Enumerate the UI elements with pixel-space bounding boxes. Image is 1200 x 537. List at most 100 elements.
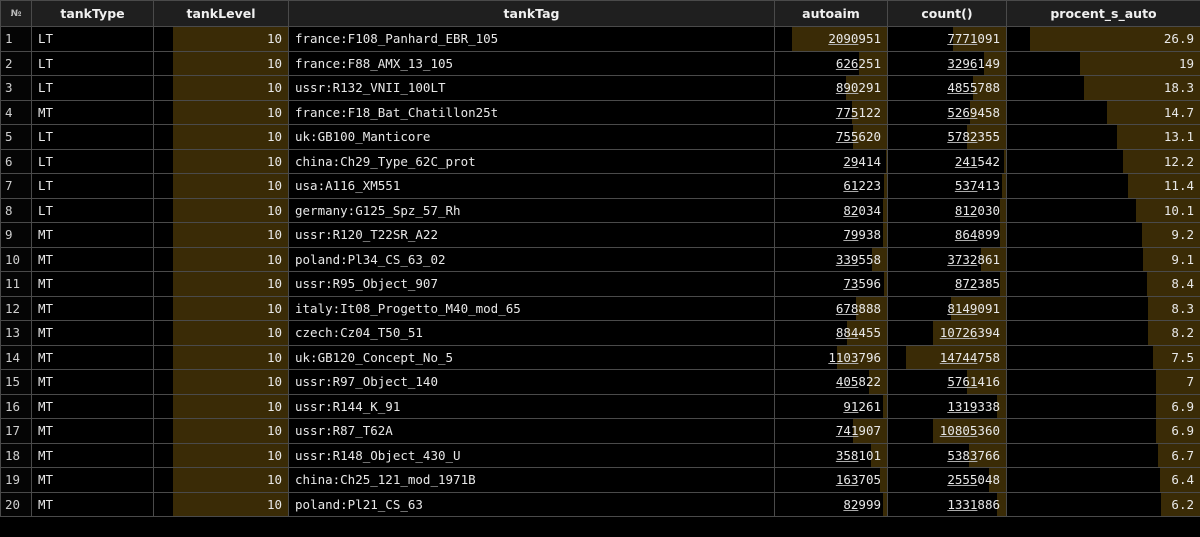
tanktype-cell[interactable]: MT [31, 344, 154, 370]
procent-s-auto-cell[interactable]: 7 [1006, 369, 1200, 395]
procent-s-auto-cell[interactable]: 9.2 [1006, 222, 1200, 248]
column-header-tanktype[interactable]: tankType [31, 0, 154, 27]
tanklevel-cell[interactable]: 10 [153, 295, 289, 321]
procent-s-auto-cell[interactable]: 8.3 [1006, 295, 1200, 321]
count-cell[interactable]: 3296149 [887, 50, 1007, 76]
row-number-cell[interactable]: 5 [0, 124, 32, 150]
tanklevel-cell[interactable]: 10 [153, 26, 289, 52]
table-row[interactable]: 18 MT 10 ussr:R148_Object_430_U 358101 538376… [0, 442, 1200, 468]
tanklevel-cell[interactable]: 10 [153, 271, 289, 297]
autoaim-cell[interactable]: 741907 [774, 418, 888, 444]
tanklevel-cell[interactable]: 10 [153, 148, 289, 174]
table-row[interactable]: 6 LT 10 china:Ch29_Type_62C_prot 29414 241542… [0, 148, 1200, 174]
autoaim-cell[interactable]: 2090951 [774, 26, 888, 52]
procent-s-auto-cell[interactable]: 19 [1006, 50, 1200, 76]
tanklevel-cell[interactable]: 10 [153, 320, 289, 346]
column-header-row-number[interactable]: № [0, 0, 32, 27]
row-number-cell[interactable]: 20 [0, 491, 32, 517]
row-number-cell[interactable]: 6 [0, 148, 32, 174]
row-number-cell[interactable]: 19 [0, 467, 32, 493]
procent-s-auto-cell[interactable]: 10.1 [1006, 197, 1200, 223]
table-row[interactable]: 15 MT 10 ussr:R97_Object_140 405822 5761416 7 [0, 369, 1200, 395]
row-number-cell[interactable]: 17 [0, 418, 32, 444]
tanktype-cell[interactable]: MT [31, 393, 154, 419]
autoaim-cell[interactable]: 884455 [774, 320, 888, 346]
row-number-cell[interactable]: 18 [0, 442, 32, 468]
tanktag-cell[interactable]: ussr:R97_Object_140 [288, 369, 775, 395]
autoaim-cell[interactable]: 339558 [774, 246, 888, 272]
row-number-cell[interactable]: 3 [0, 75, 32, 101]
tanktype-cell[interactable]: LT [31, 197, 154, 223]
tanktype-cell[interactable]: LT [31, 26, 154, 52]
tanktag-cell[interactable]: ussr:R144_K_91 [288, 393, 775, 419]
tanklevel-cell[interactable]: 10 [153, 124, 289, 150]
tanklevel-cell[interactable]: 10 [153, 369, 289, 395]
tanklevel-cell[interactable]: 10 [153, 344, 289, 370]
count-cell[interactable]: 872385 [887, 271, 1007, 297]
row-number-cell[interactable]: 7 [0, 173, 32, 199]
procent-s-auto-cell[interactable]: 6.4 [1006, 467, 1200, 493]
table-row[interactable]: 14 MT 10 uk:GB120_Concept_No_5 1103796 147447… [0, 344, 1200, 370]
procent-s-auto-cell[interactable]: 6.7 [1006, 442, 1200, 468]
autoaim-cell[interactable]: 79938 [774, 222, 888, 248]
tanktype-cell[interactable]: LT [31, 173, 154, 199]
autoaim-cell[interactable]: 1103796 [774, 344, 888, 370]
table-row[interactable]: 11 MT 10 ussr:R95_Object_907 73596 872385 8.4 [0, 271, 1200, 297]
count-cell[interactable]: 10805360 [887, 418, 1007, 444]
count-cell[interactable]: 864899 [887, 222, 1007, 248]
tanklevel-cell[interactable]: 10 [153, 99, 289, 125]
procent-s-auto-cell[interactable]: 18.3 [1006, 75, 1200, 101]
row-number-cell[interactable]: 14 [0, 344, 32, 370]
procent-s-auto-cell[interactable]: 6.2 [1006, 491, 1200, 517]
count-cell[interactable]: 4855788 [887, 75, 1007, 101]
tanktype-cell[interactable]: LT [31, 75, 154, 101]
autoaim-cell[interactable]: 626251 [774, 50, 888, 76]
table-row[interactable]: 5 LT 10 uk:GB100_Manticore 755620 5782355 13.1 [0, 124, 1200, 150]
autoaim-cell[interactable]: 73596 [774, 271, 888, 297]
tanktag-cell[interactable]: france:F18_Bat_Chatillon25t [288, 99, 775, 125]
tanktag-cell[interactable]: poland:Pl34_CS_63_02 [288, 246, 775, 272]
procent-s-auto-cell[interactable]: 14.7 [1006, 99, 1200, 125]
autoaim-cell[interactable]: 678888 [774, 295, 888, 321]
row-number-cell[interactable]: 13 [0, 320, 32, 346]
count-cell[interactable]: 241542 [887, 148, 1007, 174]
count-cell[interactable]: 537413 [887, 173, 1007, 199]
procent-s-auto-cell[interactable]: 9.1 [1006, 246, 1200, 272]
autoaim-cell[interactable]: 358101 [774, 442, 888, 468]
table-row[interactable]: 13 MT 10 czech:Cz04_T50_51 884455 10726394 8.2 [0, 320, 1200, 346]
tanktype-cell[interactable]: MT [31, 99, 154, 125]
autoaim-cell[interactable]: 775122 [774, 99, 888, 125]
tanktype-cell[interactable]: LT [31, 148, 154, 174]
tanktype-cell[interactable]: MT [31, 222, 154, 248]
table-row[interactable]: 9 MT 10 ussr:R120_T22SR_A22 79938 864899 9.2 [0, 222, 1200, 248]
table-row[interactable]: 20 MT 10 poland:Pl21_CS_63 82999 1331886 6.2 [0, 491, 1200, 517]
row-number-cell[interactable]: 10 [0, 246, 32, 272]
tanklevel-cell[interactable]: 10 [153, 222, 289, 248]
table-row[interactable]: 4 MT 10 france:F18_Bat_Chatillon25t 775122 52… [0, 99, 1200, 125]
row-number-cell[interactable]: 11 [0, 271, 32, 297]
tanklevel-cell[interactable]: 10 [153, 75, 289, 101]
tanktag-cell[interactable]: ussr:R95_Object_907 [288, 271, 775, 297]
table-row[interactable]: 8 LT 10 germany:G125_Spz_57_Rh 82034 812030 10… [0, 197, 1200, 223]
table-row[interactable]: 10 MT 10 poland:Pl34_CS_63_02 339558 3732861 9… [0, 246, 1200, 272]
tanktype-cell[interactable]: MT [31, 271, 154, 297]
count-cell[interactable]: 5782355 [887, 124, 1007, 150]
tanktag-cell[interactable]: france:F88_AMX_13_105 [288, 50, 775, 76]
tanklevel-cell[interactable]: 10 [153, 418, 289, 444]
procent-s-auto-cell[interactable]: 26.9 [1006, 26, 1200, 52]
table-row[interactable]: 2 LT 10 france:F88_AMX_13_105 626251 3296149 1… [0, 50, 1200, 76]
tanktype-cell[interactable]: MT [31, 369, 154, 395]
tanklevel-cell[interactable]: 10 [153, 173, 289, 199]
count-cell[interactable]: 3732861 [887, 246, 1007, 272]
autoaim-cell[interactable]: 61223 [774, 173, 888, 199]
procent-s-auto-cell[interactable]: 7.5 [1006, 344, 1200, 370]
row-number-cell[interactable]: 15 [0, 369, 32, 395]
tanktag-cell[interactable]: china:Ch29_Type_62C_prot [288, 148, 775, 174]
tanktag-cell[interactable]: poland:Pl21_CS_63 [288, 491, 775, 517]
row-number-cell[interactable]: 4 [0, 99, 32, 125]
tanktype-cell[interactable]: MT [31, 442, 154, 468]
tanklevel-cell[interactable]: 10 [153, 393, 289, 419]
tanktag-cell[interactable]: italy:It08_Progetto_M40_mod_65 [288, 295, 775, 321]
table-row[interactable]: 7 LT 10 usa:A116_XM551 61223 537413 11.4 [0, 173, 1200, 199]
row-number-cell[interactable]: 2 [0, 50, 32, 76]
